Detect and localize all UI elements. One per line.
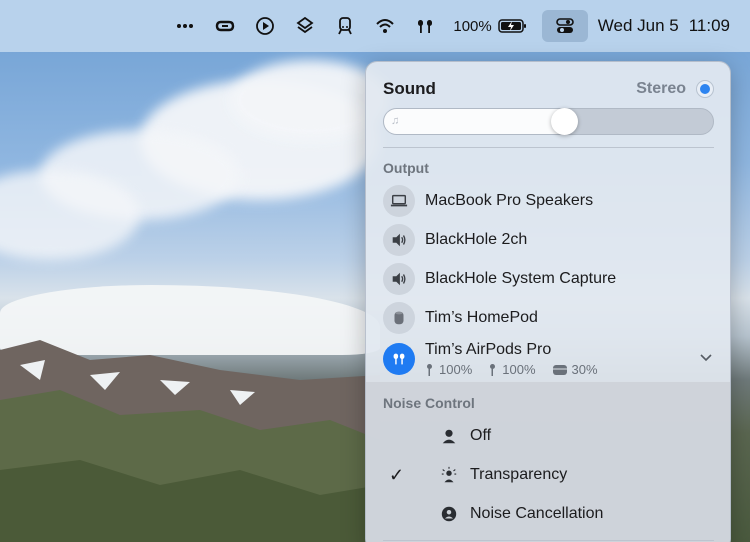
- airpods-small-icon: ♫: [391, 115, 400, 127]
- control-center-icon: [555, 18, 574, 33]
- menu-bar: 100% Wed Jun 5 11:09: [0, 0, 750, 52]
- battery-status[interactable]: 100%: [445, 11, 537, 41]
- device-name: Tim’s HomePod: [425, 309, 538, 326]
- airpods-pro-icon: [383, 343, 415, 375]
- airpods-battery-stats: 100% 100% 30%: [425, 362, 598, 377]
- speaker-icon: [383, 263, 415, 295]
- device-name: BlackHole System Capture: [425, 270, 617, 287]
- sound-title: Sound: [383, 79, 436, 98]
- chevron-down-icon[interactable]: [699, 350, 713, 364]
- noise-option-off[interactable]: Off: [383, 422, 713, 450]
- device-name: MacBook Pro Speakers: [425, 192, 594, 209]
- volume-slider-fill: [384, 109, 565, 134]
- wifi-icon[interactable]: [365, 11, 405, 41]
- battery-charging-icon: [498, 19, 526, 33]
- stereo-label: Stereo: [636, 80, 686, 97]
- homepod-icon: [383, 302, 415, 334]
- train-icon[interactable]: [325, 11, 365, 41]
- left-battery: 100%: [439, 362, 473, 377]
- menubar-time[interactable]: 11:09: [689, 11, 730, 41]
- device-name: Tim’s AirPods Pro: [425, 341, 552, 358]
- output-label: Output: [383, 160, 429, 176]
- play-icon[interactable]: [245, 11, 285, 41]
- noise-control-label: Noise Control: [383, 395, 475, 411]
- checkmark: ✓: [389, 464, 405, 485]
- output-device-blackhole-capture[interactable]: BlackHole System Capture: [383, 263, 616, 295]
- volume-slider[interactable]: ♫: [383, 108, 714, 135]
- airpods-icon[interactable]: [405, 11, 445, 41]
- device-name: BlackHole 2ch: [425, 231, 528, 248]
- speaker-icon: [383, 224, 415, 256]
- stereo-indicator-icon[interactable]: [696, 80, 714, 98]
- output-device-macbook[interactable]: MacBook Pro Speakers: [383, 185, 593, 217]
- person-icon: [434, 427, 464, 445]
- case-icon: [552, 364, 567, 375]
- output-device-blackhole-2ch[interactable]: BlackHole 2ch: [383, 224, 527, 256]
- noise-cancellation-icon: [434, 505, 464, 523]
- menubar-date[interactable]: Wed Jun 5: [596, 11, 689, 41]
- creative-cloud-icon[interactable]: [205, 11, 245, 41]
- noise-option-cancellation[interactable]: Noise Cancellation: [383, 500, 713, 528]
- control-center-button[interactable]: [541, 10, 588, 42]
- more-icon[interactable]: [165, 11, 205, 41]
- case-battery: 30%: [571, 362, 598, 377]
- noise-option-transparency[interactable]: ✓ Transparency: [383, 461, 713, 489]
- option-label: Off: [470, 427, 492, 444]
- laptop-icon: [383, 185, 415, 217]
- battery-percent: 100%: [453, 17, 492, 35]
- transparency-icon: [434, 466, 464, 484]
- volume-slider-knob[interactable]: [551, 108, 578, 135]
- divider: [383, 147, 714, 148]
- stack-icon[interactable]: [285, 11, 325, 41]
- divider: [383, 540, 714, 541]
- left-earbud-icon: [427, 363, 432, 376]
- output-device-airpods[interactable]: Tim’s AirPods Pro 100% 100% 30%: [383, 341, 713, 381]
- output-device-homepod[interactable]: Tim’s HomePod: [383, 302, 538, 334]
- option-label: Noise Cancellation: [470, 505, 604, 522]
- option-label: Transparency: [470, 466, 568, 483]
- sound-panel: Sound Stereo ♫ Output MacBook Pro Speake…: [365, 61, 731, 542]
- right-earbud-icon: [490, 363, 496, 376]
- right-battery: 100%: [502, 362, 536, 377]
